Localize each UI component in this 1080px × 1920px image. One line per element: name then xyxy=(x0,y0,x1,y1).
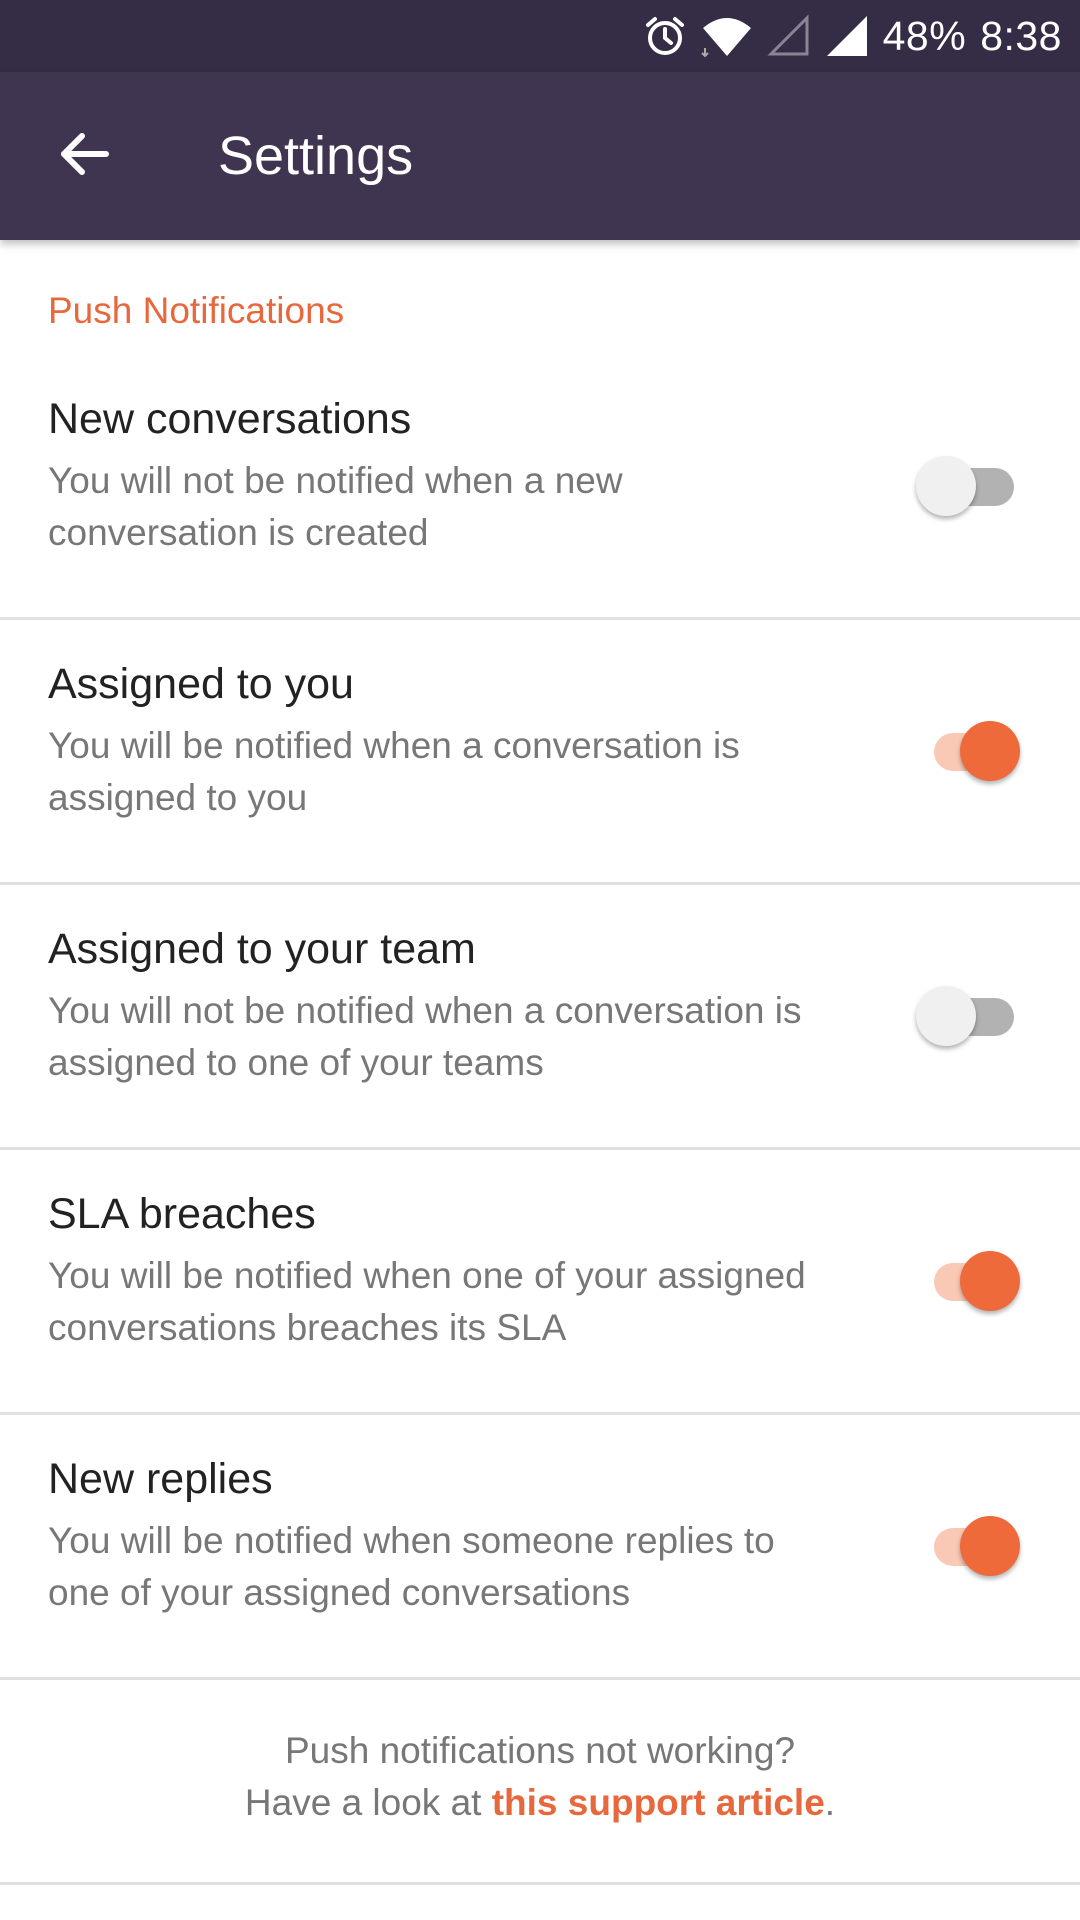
alarm-icon xyxy=(643,14,687,58)
toggle-thumb xyxy=(916,986,976,1046)
section-header: Push Notifications xyxy=(48,290,345,331)
footer-hint: Have a look at this support article. xyxy=(0,1782,1080,1824)
sla-breaches-toggle[interactable] xyxy=(916,1245,1026,1315)
setting-description: You will be notified when someone replie… xyxy=(48,1520,775,1613)
support-article-link[interactable]: this support article xyxy=(492,1782,825,1823)
push-help-footer: Push notifications not working? Have a l… xyxy=(0,1680,1080,1885)
toggle-thumb xyxy=(960,1516,1020,1576)
signal-empty-icon xyxy=(767,14,811,58)
setting-description: You will not be notified when a new conv… xyxy=(48,460,623,553)
wifi-icon xyxy=(700,14,753,58)
setting-title: New conversations xyxy=(48,395,412,443)
setting-title: New replies xyxy=(48,1455,273,1503)
settings-list: New conversations You will not be notifi… xyxy=(0,355,1080,1885)
toggle-thumb xyxy=(960,721,1020,781)
assigned-to-you-toggle[interactable] xyxy=(916,715,1026,785)
clock: 8:38 xyxy=(980,12,1062,59)
arrow-left-icon xyxy=(56,126,112,187)
setting-title: SLA breaches xyxy=(48,1190,316,1238)
app-bar: Settings xyxy=(0,72,1080,240)
setting-assigned-to-you[interactable]: Assigned to you You will be notified whe… xyxy=(0,620,1080,885)
setting-title: Assigned to you xyxy=(48,660,354,708)
setting-description: You will be notified when a conversation… xyxy=(48,725,740,818)
setting-title: Assigned to your team xyxy=(48,925,476,973)
page-title: Settings xyxy=(218,126,414,186)
setting-assigned-to-team[interactable]: Assigned to your team You will not be no… xyxy=(0,885,1080,1150)
setting-description: You will not be notified when a conversa… xyxy=(48,990,802,1083)
footer-hint-suffix: . xyxy=(824,1782,836,1823)
footer-question: Push notifications not working? xyxy=(284,1730,796,1771)
toggle-thumb xyxy=(916,456,976,516)
new-conversations-toggle[interactable] xyxy=(916,450,1026,520)
setting-description: You will be notified when one of your as… xyxy=(48,1255,806,1348)
assigned-to-team-toggle[interactable] xyxy=(916,980,1026,1050)
footer-hint-prefix: Have a look at xyxy=(244,1782,492,1823)
setting-new-replies[interactable]: New replies You will be notified when so… xyxy=(0,1415,1080,1680)
back-button[interactable] xyxy=(44,116,124,196)
setting-sla-breaches[interactable]: SLA breaches You will be notified when o… xyxy=(0,1150,1080,1415)
status-icons: 48% 8:38 xyxy=(643,0,1062,72)
toggle-thumb xyxy=(960,1251,1020,1311)
new-replies-toggle[interactable] xyxy=(916,1510,1026,1580)
setting-new-conversations[interactable]: New conversations You will not be notifi… xyxy=(0,355,1080,620)
battery-level: 48% xyxy=(882,12,967,59)
status-bar: 48% 8:38 xyxy=(0,0,1080,72)
signal-full-icon xyxy=(825,14,869,58)
